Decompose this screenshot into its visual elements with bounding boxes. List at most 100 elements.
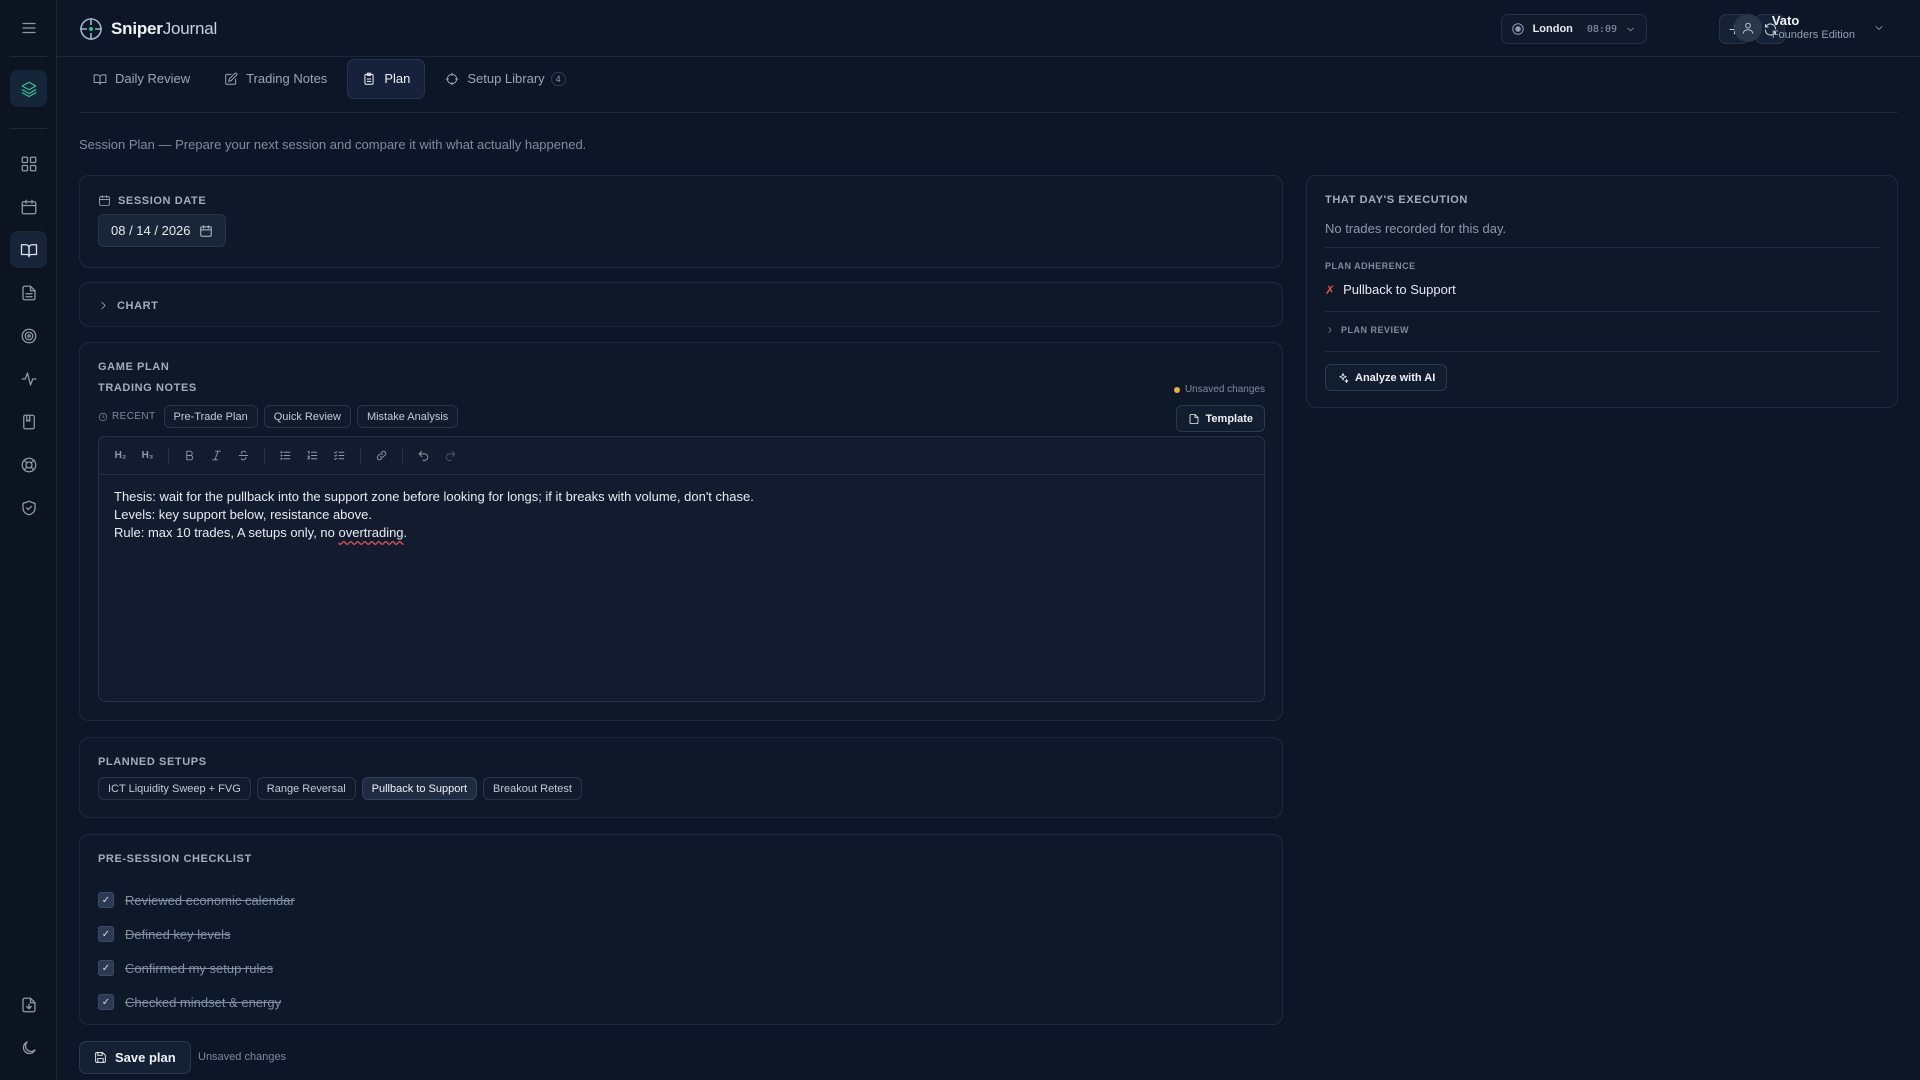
plan-review-toggle[interactable]: PLAN REVIEW <box>1325 325 1409 335</box>
tab-setup-library[interactable]: Setup Library 4 <box>431 59 579 99</box>
edit-note-icon <box>225 72 238 85</box>
italic-icon <box>212 450 221 461</box>
sidebar-divider <box>10 56 47 57</box>
checklist-card: PRE-SESSION CHECKLIST ✓ Reviewed economi… <box>79 834 1283 1025</box>
bold-icon <box>186 450 194 461</box>
save-plan-button[interactable]: Save plan <box>79 1041 191 1074</box>
user-name: Vato <box>1771 13 1800 28</box>
link-icon <box>376 450 387 461</box>
undo-icon <box>418 450 429 461</box>
tab-label: Setup Library <box>467 71 545 86</box>
analyze-ai-button[interactable]: Analyze with AI <box>1325 364 1448 391</box>
checklist-item[interactable]: ✓ Checked mindset & energy <box>98 985 295 1019</box>
ordered-list-button[interactable] <box>301 444 324 467</box>
unsaved-dot <box>1173 386 1180 393</box>
bullet-list-button[interactable] <box>274 444 297 467</box>
chart-section[interactable]: CHART <box>79 282 1283 327</box>
session-date-input[interactable]: 08 / 14 / 2026 <box>98 214 226 247</box>
note-line: Rule: max 10 trades, A setups only, no o… <box>114 525 408 540</box>
recent-template-chip[interactable]: Quick Review <box>263 405 351 428</box>
moon-icon[interactable] <box>10 1029 47 1066</box>
strikethrough-button[interactable] <box>232 444 255 467</box>
task-list-button[interactable] <box>328 444 351 467</box>
document-icon[interactable] <box>10 274 47 311</box>
session-city: London <box>1532 23 1573 35</box>
redo-button[interactable] <box>439 444 462 467</box>
tab-trading-notes[interactable]: Trading Notes <box>210 59 341 99</box>
user-menu[interactable]: Vato Founders Edition <box>1733 13 1885 42</box>
editor-content[interactable]: Thesis: wait for the pullback into the s… <box>99 475 1264 555</box>
adherence-item-label: Pullback to Support <box>1343 282 1456 297</box>
adherence-item: ✗ Pullback to Support <box>1325 282 1456 297</box>
chart-section-header[interactable]: CHART <box>97 299 159 312</box>
checkbox-checked[interactable]: ✓ <box>98 892 114 908</box>
link-button[interactable] <box>370 444 393 467</box>
tab-daily-review[interactable]: Daily Review <box>79 59 204 99</box>
clipboard-icon <box>364 72 374 85</box>
file-icon <box>1189 413 1198 424</box>
session-selector[interactable]: London 08:09 <box>1500 14 1647 44</box>
checkbox-checked[interactable]: ✓ <box>98 994 114 1010</box>
checklist-item[interactable]: ✓ Defined key levels <box>98 917 295 951</box>
save-icon <box>95 1052 106 1063</box>
execution-panel: THAT DAY'S EXECUTION No trades recorded … <box>1306 175 1898 408</box>
brand-name: SniperJournal <box>111 19 218 38</box>
session-date-value: 08 / 14 / 2026 <box>111 223 191 238</box>
checklist-item-label: Defined key levels <box>125 926 231 942</box>
calendar-icon <box>99 195 110 206</box>
no-trades-text: No trades recorded for this day. <box>1325 221 1507 236</box>
adherence-fail-icon: ✗ <box>1325 282 1336 297</box>
sidebar <box>0 0 57 1080</box>
panel-divider <box>1325 351 1880 352</box>
import-icon[interactable] <box>10 986 47 1023</box>
notebook-icon[interactable] <box>10 403 47 440</box>
toolbar-divider <box>264 447 265 464</box>
dashboard-icon[interactable] <box>10 145 47 182</box>
heading-2-button[interactable]: H₂ <box>109 444 132 467</box>
template-button[interactable]: Template <box>1175 405 1265 432</box>
journal-book-icon[interactable] <box>10 231 47 268</box>
recent-template-chip[interactable]: Pre-Trade Plan <box>163 405 258 428</box>
ordered-list-icon <box>307 450 318 460</box>
setup-chip[interactable]: Range Reversal <box>256 777 356 800</box>
planned-setups-label: PLANNED SETUPS <box>98 756 207 768</box>
activity-icon[interactable] <box>10 360 47 397</box>
heading-3-button[interactable]: H₃ <box>136 444 159 467</box>
checklist-item[interactable]: ✓ Confirmed my setup rules <box>98 951 295 985</box>
calendar-picker-icon[interactable] <box>199 224 213 238</box>
book-open-icon <box>93 73 107 85</box>
checkbox-checked[interactable]: ✓ <box>98 960 114 976</box>
page-subtitle: Session Plan — Prepare your next session… <box>79 137 587 152</box>
chevron-down-icon <box>1627 27 1634 31</box>
tab-label: Trading Notes <box>246 71 328 86</box>
setup-chip-selected[interactable]: Pullback to Support <box>361 777 478 800</box>
notes-editor[interactable]: H₂ H₃ Thesis: wait for the pullback into… <box>98 436 1265 702</box>
checklist-item[interactable]: ✓ Reviewed economic calendar <box>98 883 295 917</box>
menu-icon[interactable] <box>10 9 47 46</box>
bold-button[interactable] <box>178 444 201 467</box>
recent-template-chip[interactable]: Mistake Analysis <box>356 405 459 428</box>
undo-button[interactable] <box>412 444 435 467</box>
topbar: SniperJournal London 08:09 Vato Founders… <box>57 0 1920 57</box>
checkbox-checked[interactable]: ✓ <box>98 926 114 942</box>
shield-icon[interactable] <box>10 489 47 526</box>
target-icon[interactable] <box>10 317 47 354</box>
setup-count-badge: 4 <box>550 71 566 86</box>
clock-icon <box>98 412 108 421</box>
toolbar-divider <box>360 447 361 464</box>
app-logo[interactable]: SniperJournal <box>79 17 217 41</box>
italic-button[interactable] <box>205 444 228 467</box>
checklist-label: PRE-SESSION CHECKLIST <box>98 853 252 865</box>
toolbar-divider <box>402 447 403 464</box>
setup-chip[interactable]: Breakout Retest <box>483 777 582 800</box>
calendar-icon[interactable] <box>10 188 47 225</box>
layers-icon[interactable] <box>10 70 47 107</box>
tab-label: Daily Review <box>115 71 191 86</box>
game-plan-label: GAME PLAN <box>98 361 170 373</box>
sidebar-divider <box>10 128 47 129</box>
tab-plan[interactable]: Plan <box>347 58 426 99</box>
lifebuoy-icon[interactable] <box>10 446 47 483</box>
sparkles-icon <box>1339 372 1349 383</box>
setup-chip[interactable]: ICT Liquidity Sweep + FVG <box>98 777 251 800</box>
checklist: ✓ Reviewed economic calendar ✓ Defined k… <box>98 883 295 1019</box>
